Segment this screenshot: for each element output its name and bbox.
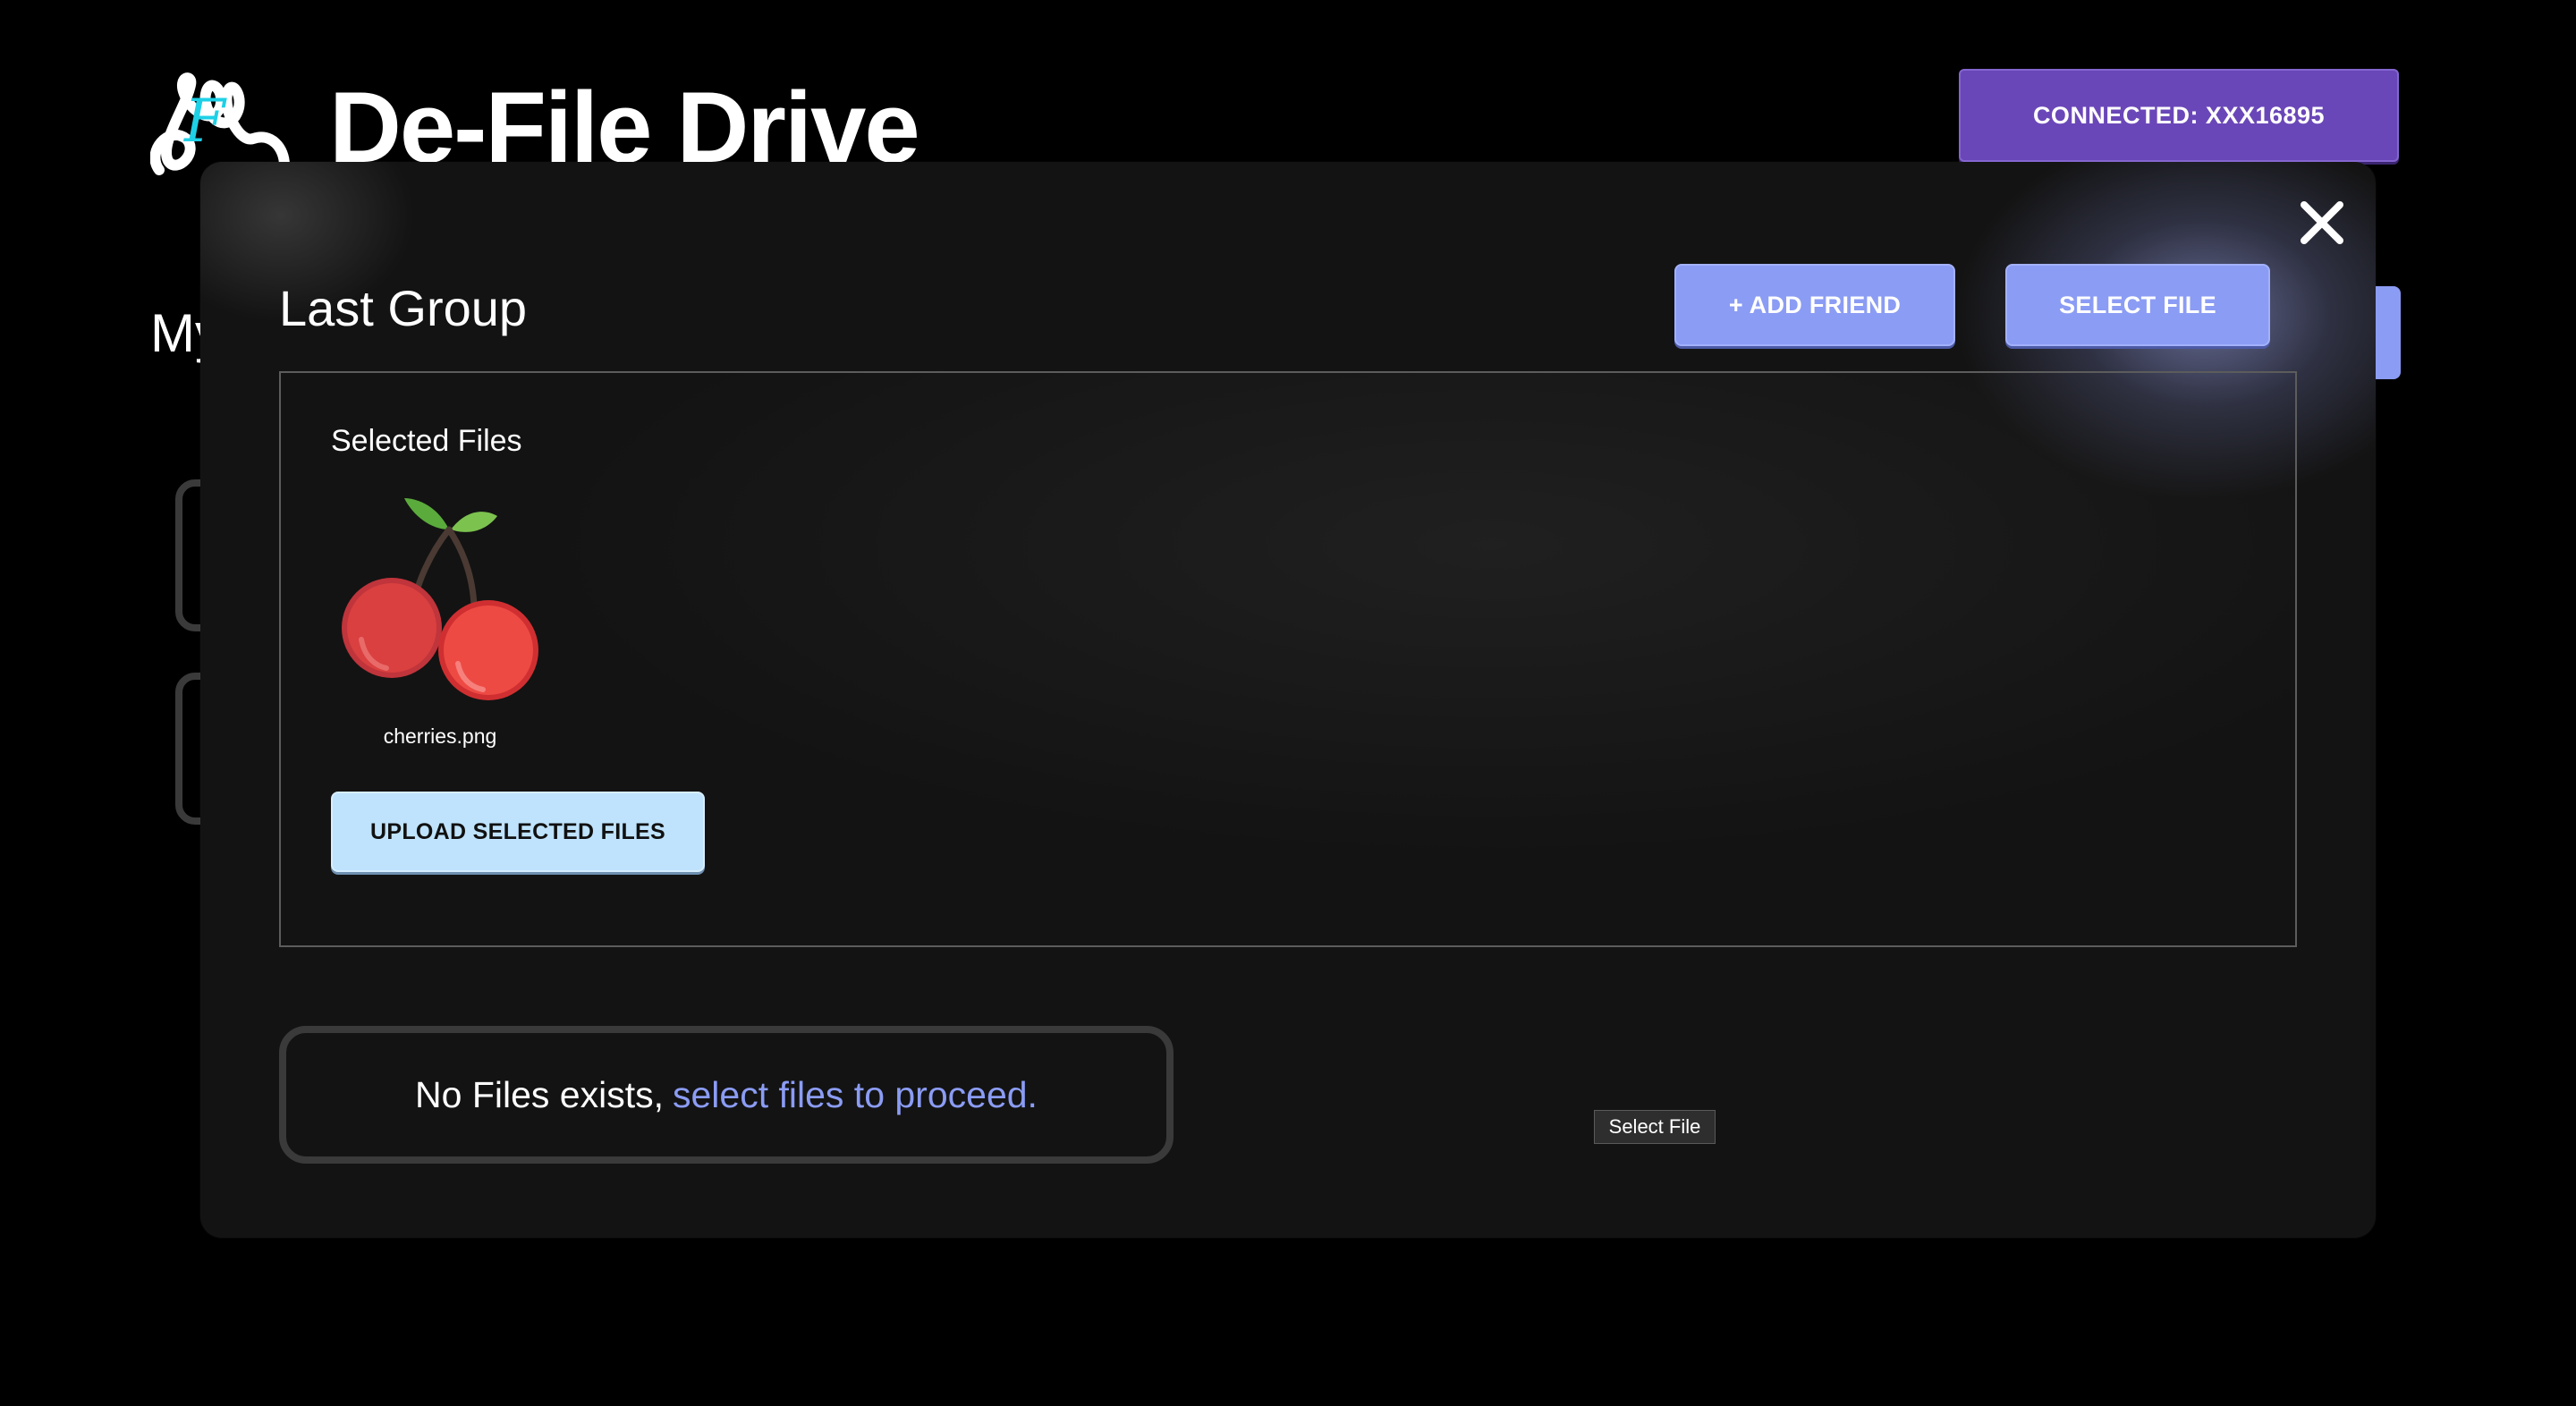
group-modal: Last Group + ADD FRIEND SELECT FILE Sele… [200,162,2376,1238]
selected-files-label: Selected Files [331,424,522,458]
close-icon[interactable] [2293,194,2351,251]
empty-state-text: No Files exists, [415,1073,664,1115]
select-file-button[interactable]: SELECT FILE [2005,264,2270,346]
add-friend-button[interactable]: + ADD FRIEND [1674,264,1955,346]
upload-selected-files-button[interactable]: UPLOAD SELECTED FILES [331,792,705,872]
select-files-link[interactable]: select files to proceed. [673,1074,1038,1116]
file-name: cherries.png [383,724,497,748]
cherries-icon [342,498,538,700]
svg-text:F: F [183,87,227,156]
group-title: Last Group [279,280,528,336]
empty-state: No Files exists, select files to proceed… [279,1026,1174,1164]
wallet-connect-button[interactable]: CONNECTED: XXX16895 [1959,69,2399,162]
native-select-file-button[interactable]: Select File [1594,1110,1716,1144]
selected-files-panel: Selected Files cherries.png UPLOAD SELEC… [279,371,2297,947]
file-tile[interactable]: cherries.png [342,489,538,749]
